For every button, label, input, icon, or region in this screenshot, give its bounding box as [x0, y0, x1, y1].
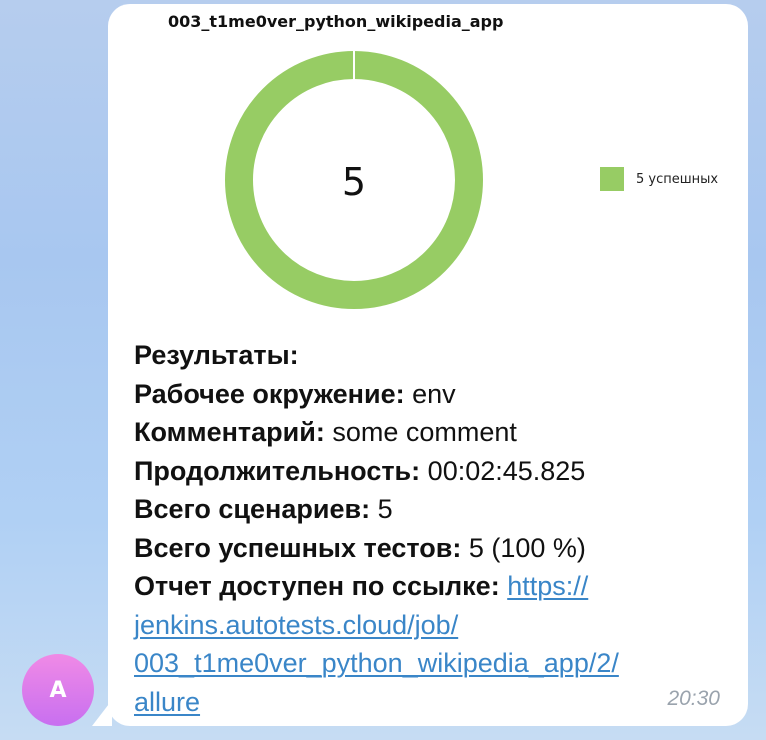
- results-text: Результаты: Рабочее окружение: env Комме…: [134, 336, 694, 721]
- donut-center-value: 5: [342, 160, 366, 204]
- scenarios-label: Всего сценариев:: [134, 494, 371, 524]
- env-label: Рабочее окружение:: [134, 378, 405, 409]
- report-link-part-4[interactable]: allure: [134, 687, 200, 717]
- env-row: Рабочее окружение: env: [134, 375, 694, 414]
- report-link-part-3[interactable]: 003_t1me0ver_python_wikipedia_app/2/: [134, 648, 619, 678]
- passed-label: Всего успешных тестов:: [134, 532, 462, 563]
- duration-row: Продолжительность: 00:02:45.825: [134, 452, 694, 491]
- message-time: 20:30: [667, 687, 720, 710]
- chart-legend: 5 успешных: [600, 167, 718, 191]
- legend-swatch: [600, 167, 624, 191]
- passed-value: 5 (100 %): [468, 532, 586, 563]
- comment-row: Комментарий: some comment: [134, 413, 694, 452]
- donut-chart: 5: [225, 50, 483, 309]
- passed-row: Всего успешных тестов: 5 (100 %): [134, 529, 694, 568]
- comment-value: some comment: [332, 417, 517, 447]
- results-heading-row: Результаты:: [134, 336, 694, 375]
- legend-label: 5 успешных: [636, 171, 719, 187]
- chart-title: 003_t1me0ver_python_wikipedia_app: [168, 12, 504, 31]
- message-bubble[interactable]: 003_t1me0ver_python_wikipedia_app 5 5 ус…: [108, 4, 748, 726]
- env-value: env: [412, 378, 456, 409]
- sender-avatar[interactable]: A: [22, 654, 94, 726]
- report-label: Отчет доступен по ссылке:: [134, 571, 500, 601]
- scenarios-row: Всего сценариев: 5: [134, 490, 694, 529]
- duration-label: Продолжительность:: [134, 455, 421, 486]
- duration-value: 00:02:45.825: [427, 455, 586, 486]
- scenarios-value: 5: [377, 494, 393, 524]
- report-link-line-2: jenkins.autotests.cloud/job/: [134, 606, 694, 645]
- report-link-line-3: 003_t1me0ver_python_wikipedia_app/2/: [134, 644, 694, 683]
- avatar-letter: A: [49, 677, 67, 703]
- report-link-line-4: allure: [134, 683, 694, 722]
- report-row: Отчет доступен по ссылке: https://: [134, 567, 694, 606]
- report-link-part-1[interactable]: https://: [507, 571, 588, 601]
- report-link-part-2[interactable]: jenkins.autotests.cloud/job/: [134, 610, 458, 640]
- results-heading: Результаты:: [134, 340, 299, 370]
- comment-label: Комментарий:: [134, 417, 325, 447]
